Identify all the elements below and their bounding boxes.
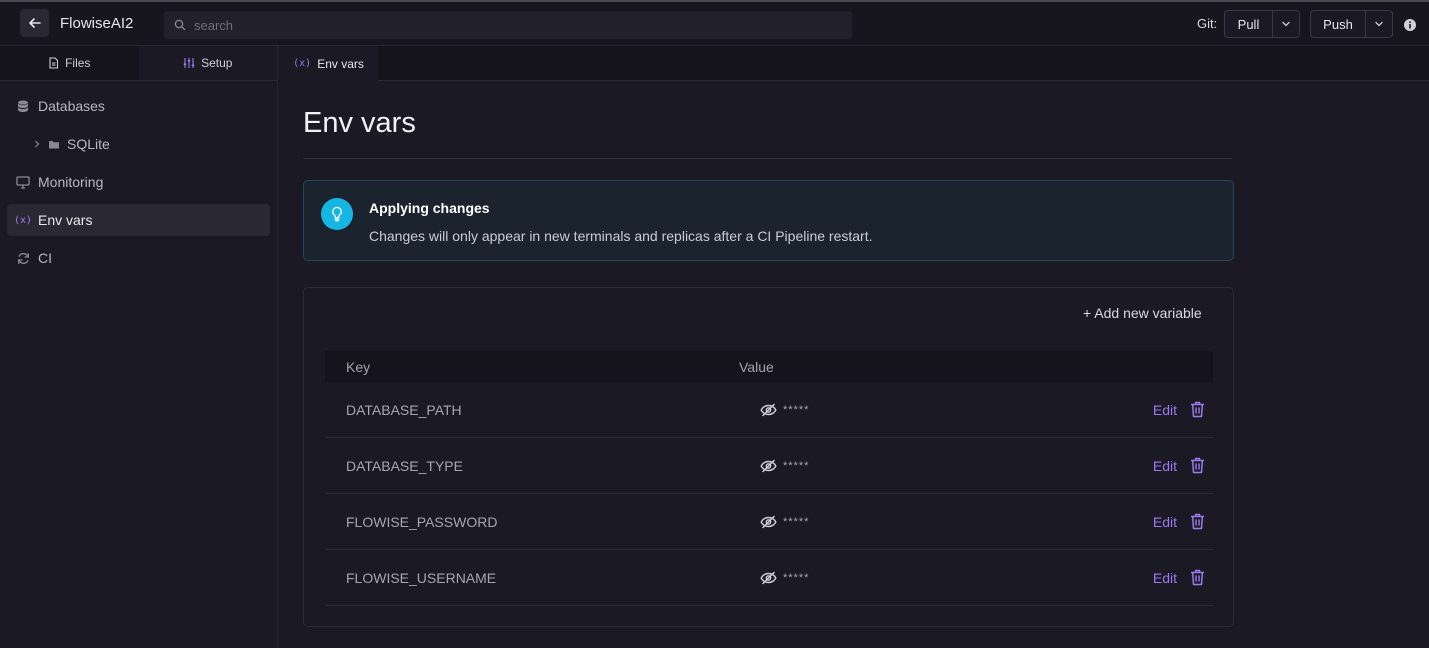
pull-split-button: Pull xyxy=(1224,10,1300,38)
edit-button[interactable]: Edit xyxy=(1153,458,1177,474)
edit-button[interactable]: Edit xyxy=(1153,514,1177,530)
env-vars-card: + Add new variable Key Value DATABASE_PA… xyxy=(303,287,1234,627)
tab-files-label: Files xyxy=(65,56,91,70)
search-box[interactable] xyxy=(164,11,852,39)
variable-icon: (x) xyxy=(293,58,312,69)
chevron-right-icon xyxy=(35,140,40,148)
refresh-icon xyxy=(16,251,30,265)
row-actions: Edit xyxy=(1153,401,1213,418)
file-icon xyxy=(49,57,59,69)
variable-value: ***** xyxy=(783,515,810,528)
row-actions: Edit xyxy=(1153,513,1213,530)
database-icon xyxy=(16,99,30,113)
variable-value-cell: ***** xyxy=(739,459,1089,473)
table-row: FLOWISE_PASSWORD ***** Edit xyxy=(325,494,1213,550)
sidebar-item-label: Databases xyxy=(38,98,105,114)
variable-value-cell: ***** xyxy=(739,515,1089,529)
sidebar-item-label: Env vars xyxy=(38,212,93,228)
row-actions: Edit xyxy=(1153,569,1213,586)
top-header: FlowiseAI2 Git: Pull Push xyxy=(0,2,1429,46)
table-row: DATABASE_PATH ***** Edit xyxy=(325,382,1213,438)
sidebar-item-label: Monitoring xyxy=(38,174,104,190)
variable-icon: (x) xyxy=(13,214,33,226)
variable-key: DATABASE_PATH xyxy=(346,401,462,418)
back-button[interactable] xyxy=(20,9,49,37)
push-button[interactable]: Push xyxy=(1311,11,1366,37)
tab-files[interactable]: Files xyxy=(0,46,139,80)
sidebar-item-label: CI xyxy=(38,250,52,266)
chevron-down-icon xyxy=(1375,21,1383,27)
sidebar-item-label: SQLite xyxy=(67,136,110,152)
eye-off-icon[interactable] xyxy=(760,459,777,473)
variable-key: FLOWISE_PASSWORD xyxy=(346,513,498,530)
info-icon[interactable] xyxy=(1403,18,1417,32)
sidebar-tabs: Files Setup xyxy=(0,46,277,81)
variable-key: DATABASE_TYPE xyxy=(346,457,463,474)
app-title: FlowiseAI2 xyxy=(60,15,134,32)
trash-icon[interactable] xyxy=(1190,401,1205,418)
column-header-value: Value xyxy=(739,358,774,375)
chevron-down-icon xyxy=(1282,21,1290,27)
sidebar-item-databases[interactable]: Databases xyxy=(7,90,270,122)
search-icon xyxy=(174,19,186,31)
tab-setup[interactable]: Setup xyxy=(138,46,277,80)
eye-off-icon[interactable] xyxy=(760,403,777,417)
variable-value: ***** xyxy=(783,459,810,472)
callout-title: Applying changes xyxy=(369,200,490,216)
edit-button[interactable]: Edit xyxy=(1153,570,1177,586)
trash-icon[interactable] xyxy=(1190,513,1205,530)
variable-value-cell: ***** xyxy=(739,403,1089,417)
tab-env-vars-label: Env vars xyxy=(317,56,364,71)
sidebar-nav: Databases SQLite Monitoring (x) Env vars… xyxy=(0,81,277,274)
edit-button[interactable]: Edit xyxy=(1153,402,1177,418)
push-dropdown-toggle[interactable] xyxy=(1366,11,1392,37)
table-header: Key Value xyxy=(325,351,1213,382)
title-divider xyxy=(303,158,1232,159)
eye-off-icon[interactable] xyxy=(760,571,777,585)
variable-value: ***** xyxy=(783,403,810,416)
row-actions: Edit xyxy=(1153,457,1213,474)
tab-setup-label: Setup xyxy=(201,56,233,70)
lightbulb-icon xyxy=(321,198,353,230)
pull-button[interactable]: Pull xyxy=(1225,11,1273,37)
tab-env-vars[interactable]: (x) Env vars xyxy=(279,46,378,81)
monitor-icon xyxy=(16,175,30,189)
trash-icon[interactable] xyxy=(1190,457,1205,474)
git-label: Git: xyxy=(1197,16,1218,31)
info-callout: Applying changes Changes will only appea… xyxy=(303,180,1234,261)
variable-value-cell: ***** xyxy=(739,571,1089,585)
sidebar-item-sqlite[interactable]: SQLite xyxy=(7,128,270,160)
sidebar: Files Setup Databases SQLite Monitoring … xyxy=(0,46,278,648)
variable-value: ***** xyxy=(783,571,810,584)
table-row: DATABASE_TYPE ***** Edit xyxy=(325,438,1213,494)
editor-tabbar: (x) Env vars xyxy=(279,46,1429,81)
push-split-button: Push xyxy=(1310,10,1393,38)
search-input[interactable] xyxy=(194,17,794,33)
sidebar-item-monitoring[interactable]: Monitoring xyxy=(7,166,270,198)
arrow-left-icon xyxy=(28,18,41,28)
pull-dropdown-toggle[interactable] xyxy=(1273,11,1299,37)
sidebar-item-ci[interactable]: CI xyxy=(7,242,270,274)
folder-icon xyxy=(47,137,61,151)
sidebar-item-env-vars[interactable]: (x) Env vars xyxy=(7,204,270,236)
column-header-key: Key xyxy=(346,358,371,375)
callout-text: Changes will only appear in new terminal… xyxy=(369,228,873,244)
trash-icon[interactable] xyxy=(1190,569,1205,586)
add-variable-button[interactable]: + Add new variable xyxy=(1083,305,1202,321)
table-row: FLOWISE_USERNAME ***** Edit xyxy=(325,550,1213,606)
sliders-icon xyxy=(183,58,195,68)
page-title: Env vars xyxy=(303,107,416,139)
variable-key: FLOWISE_USERNAME xyxy=(346,569,497,586)
env-vars-table: Key Value DATABASE_PATH ***** Edit DATAB… xyxy=(325,351,1213,606)
eye-off-icon[interactable] xyxy=(760,515,777,529)
